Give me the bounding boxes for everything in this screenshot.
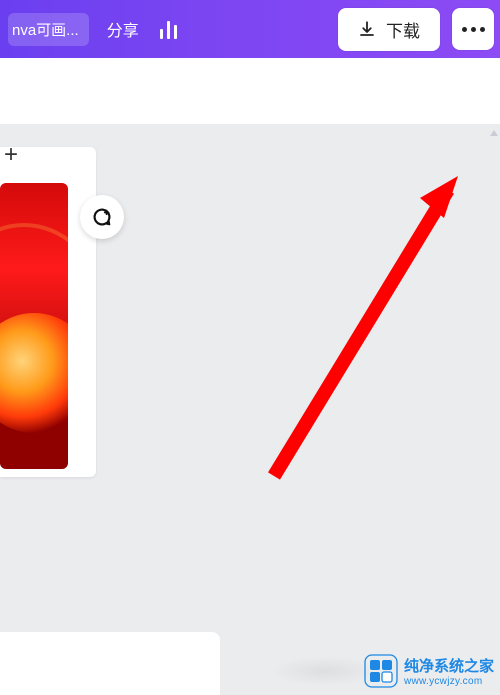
page-tray: + [0, 147, 96, 477]
watermark-url: www.ycwjzy.com [404, 676, 494, 687]
add-comment-button[interactable] [80, 195, 124, 239]
watermark-logo-icon [364, 654, 398, 688]
decorative-glow [0, 313, 68, 433]
more-icon [480, 27, 485, 32]
bar-chart-icon [160, 29, 163, 39]
download-button[interactable]: 下载 [338, 8, 440, 51]
more-options-button[interactable] [452, 8, 494, 50]
bar-chart-icon [167, 21, 170, 39]
editor-workspace: + [0, 124, 500, 695]
add-page-icon[interactable]: + [4, 141, 18, 169]
more-icon [462, 27, 467, 32]
more-icon [471, 27, 476, 32]
watermark-text: 纯净系统之家 www.ycwjzy.com [404, 655, 494, 687]
share-label: 分享 [107, 23, 139, 40]
design-title-text: nva可画... [12, 22, 79, 39]
share-button[interactable]: 分享 [107, 17, 139, 41]
annotation-arrow [234, 176, 474, 496]
watermark-brand: 纯净系统之家 [404, 655, 494, 676]
analytics-button[interactable] [157, 19, 181, 39]
bottom-panel [0, 632, 220, 695]
bar-chart-icon [174, 25, 177, 39]
scroll-up-icon[interactable] [488, 126, 498, 144]
watermark: 纯净系统之家 www.ycwjzy.com [364, 654, 494, 688]
design-thumbnail[interactable] [0, 183, 68, 469]
design-title-chip[interactable]: nva可画... [8, 13, 89, 46]
download-icon [358, 20, 376, 38]
comment-plus-icon [91, 206, 113, 228]
download-label: 下载 [386, 17, 420, 42]
secondary-bar [0, 58, 500, 124]
toolbar-right-group: 下载 [338, 8, 500, 51]
top-toolbar: nva可画... 分享 下载 [0, 0, 500, 58]
